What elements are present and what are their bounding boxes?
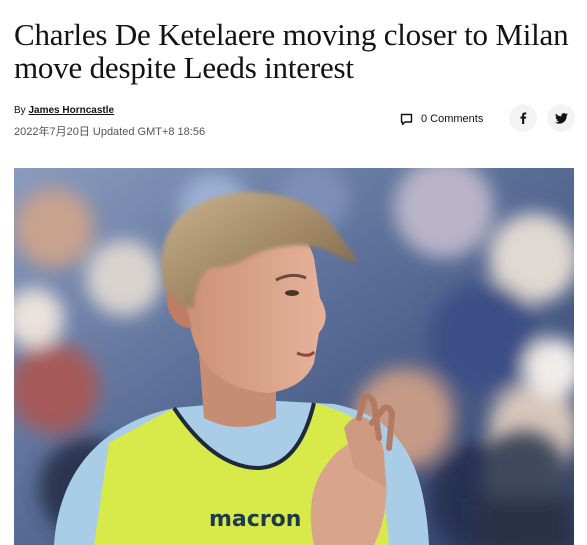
twitter-icon [554, 112, 568, 124]
hero-photo: macron [14, 168, 574, 545]
facebook-icon [517, 112, 529, 124]
byline: By James Horncastle [14, 105, 114, 116]
byline-prefix: By [14, 105, 26, 116]
facebook-share-button[interactable] [509, 104, 537, 132]
comments-button[interactable]: 0 Comments [400, 110, 483, 128]
comment-icon [400, 113, 413, 126]
twitter-share-button[interactable] [547, 104, 575, 132]
bib-logo-text: macron [209, 507, 301, 532]
comments-label: 0 Comments [421, 113, 484, 125]
article-headline: Charles De Ketelaere moving closer to Mi… [14, 17, 569, 85]
article-timestamp: 2022年7月20日 Updated GMT+8 18:56 [14, 126, 206, 138]
author-link[interactable]: James Horncastle [28, 105, 114, 116]
